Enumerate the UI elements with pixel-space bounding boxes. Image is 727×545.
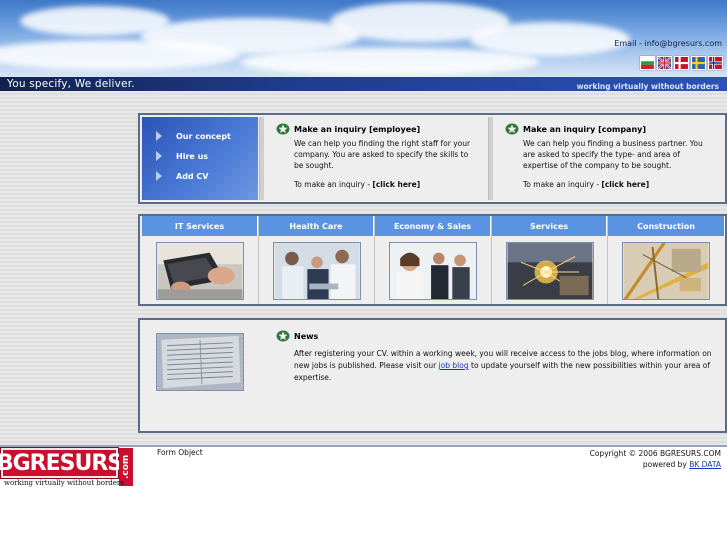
sweden-flag-icon[interactable] bbox=[691, 56, 706, 70]
inquiry-title-text: Make an inquiry [employee] bbox=[294, 124, 421, 134]
header-tagline: working virtually without borders bbox=[576, 82, 719, 91]
news-body: After registering your CV. within a work… bbox=[294, 348, 726, 384]
welding-sparks-photo bbox=[506, 242, 594, 300]
nav-item-label: Add CV bbox=[176, 171, 209, 181]
construction-tools-photo bbox=[622, 242, 710, 300]
categories-panel: IT Services Health Care Economy & Sales … bbox=[138, 214, 727, 306]
news-title-text: News bbox=[294, 331, 319, 341]
copyright: Copyright © 2006 BGRESURS.COM powered by… bbox=[590, 448, 721, 470]
category-title: Services bbox=[492, 216, 607, 236]
category-title: Health Care bbox=[259, 216, 374, 236]
powered-by: powered by BK DATA bbox=[590, 459, 721, 470]
powered-by-prefix: powered by bbox=[642, 460, 690, 469]
nav-item-label: Hire us bbox=[176, 151, 209, 161]
inquiry-description: We can help you finding a business partn… bbox=[523, 139, 703, 170]
category-title: Construction bbox=[608, 216, 725, 236]
norway-flag-icon[interactable] bbox=[708, 56, 723, 70]
category-economy-sales[interactable]: Economy & Sales bbox=[375, 216, 492, 304]
category-construction[interactable]: Construction bbox=[608, 216, 725, 304]
page: Email - info@bgresurs.com You specify, W… bbox=[0, 0, 727, 545]
language-flags bbox=[640, 56, 723, 70]
copyright-text: Copyright © 2006 BGRESURS.COM bbox=[589, 449, 721, 458]
chevron-right-icon bbox=[156, 171, 162, 181]
inquiry-link-prefix: To make an inquiry - bbox=[294, 180, 373, 189]
category-services[interactable]: Services bbox=[492, 216, 608, 304]
nav-item-hire-us[interactable]: Hire us bbox=[156, 151, 208, 161]
uk-flag-icon[interactable] bbox=[657, 56, 672, 70]
category-title: Economy & Sales bbox=[375, 216, 491, 236]
inquiry-employee-title: Make an inquiry [employee] bbox=[276, 123, 476, 135]
medical-team-photo bbox=[273, 242, 361, 300]
inquiry-company: Make an inquiry [company] We can help yo… bbox=[505, 123, 705, 189]
inquiry-company-link[interactable]: [click here] bbox=[601, 180, 649, 189]
header-slogan: You specify, We deliver. bbox=[7, 78, 135, 90]
laptop-keyboard-photo bbox=[156, 242, 244, 300]
inquiry-employee-link[interactable]: [click here] bbox=[372, 180, 420, 189]
inquiry-employee: Make an inquiry [employee] We can help y… bbox=[276, 123, 476, 189]
nav-item-add-cv[interactable]: Add CV bbox=[156, 171, 209, 181]
inquiry-company-title: Make an inquiry [company] bbox=[505, 123, 705, 135]
panel-divider bbox=[259, 117, 264, 200]
business-people-photo bbox=[389, 242, 477, 300]
bgresurs-logo[interactable]: BGRESURS .com working virtually without … bbox=[0, 447, 134, 489]
cloud-decoration bbox=[470, 22, 630, 56]
nav-item-label: Our concept bbox=[176, 131, 231, 141]
form-object-label: Form Object bbox=[157, 448, 203, 457]
cloud-decoration bbox=[0, 40, 240, 70]
inquiry-panel: Our concept Hire us Add CV Make an inqui… bbox=[138, 113, 727, 204]
inquiry-link-row: To make an inquiry - [click here] bbox=[294, 180, 476, 189]
cloud-decoration bbox=[240, 48, 540, 76]
newspaper-photo bbox=[156, 333, 244, 391]
category-title: IT Services bbox=[142, 216, 258, 236]
inquiry-title-text: Make an inquiry [company] bbox=[523, 124, 647, 134]
denmark-flag-icon[interactable] bbox=[674, 56, 689, 70]
nav-item-our-concept[interactable]: Our concept bbox=[156, 131, 231, 141]
star-icon bbox=[505, 123, 519, 135]
inquiry-link-row: To make an inquiry - [click here] bbox=[523, 180, 705, 189]
star-icon bbox=[276, 330, 290, 342]
star-icon bbox=[276, 123, 290, 135]
news-panel: News After registering your CV. within a… bbox=[138, 318, 727, 433]
logo-tagline: working virtually without borders bbox=[4, 479, 124, 487]
chevron-right-icon bbox=[156, 131, 162, 141]
news-title: News bbox=[276, 330, 726, 342]
bulgaria-flag-icon[interactable] bbox=[640, 56, 655, 70]
category-it-services[interactable]: IT Services bbox=[142, 216, 259, 304]
panel-divider bbox=[488, 117, 493, 200]
inquiry-description: We can help you finding the right staff … bbox=[294, 139, 471, 170]
chevron-right-icon bbox=[156, 151, 162, 161]
header-banner: Email - info@bgresurs.com bbox=[0, 0, 727, 77]
news-section: News After registering your CV. within a… bbox=[276, 330, 726, 384]
job-blog-link[interactable]: job blog bbox=[439, 361, 469, 370]
inquiry-link-prefix: To make an inquiry - bbox=[523, 180, 602, 189]
logo-text: BGRESURS bbox=[0, 448, 123, 478]
header-email[interactable]: Email - info@bgresurs.com bbox=[614, 39, 722, 48]
category-health-care[interactable]: Health Care bbox=[259, 216, 375, 304]
nav-menu: Our concept Hire us Add CV bbox=[142, 117, 258, 200]
bk-data-link[interactable]: BK DATA bbox=[689, 460, 721, 469]
